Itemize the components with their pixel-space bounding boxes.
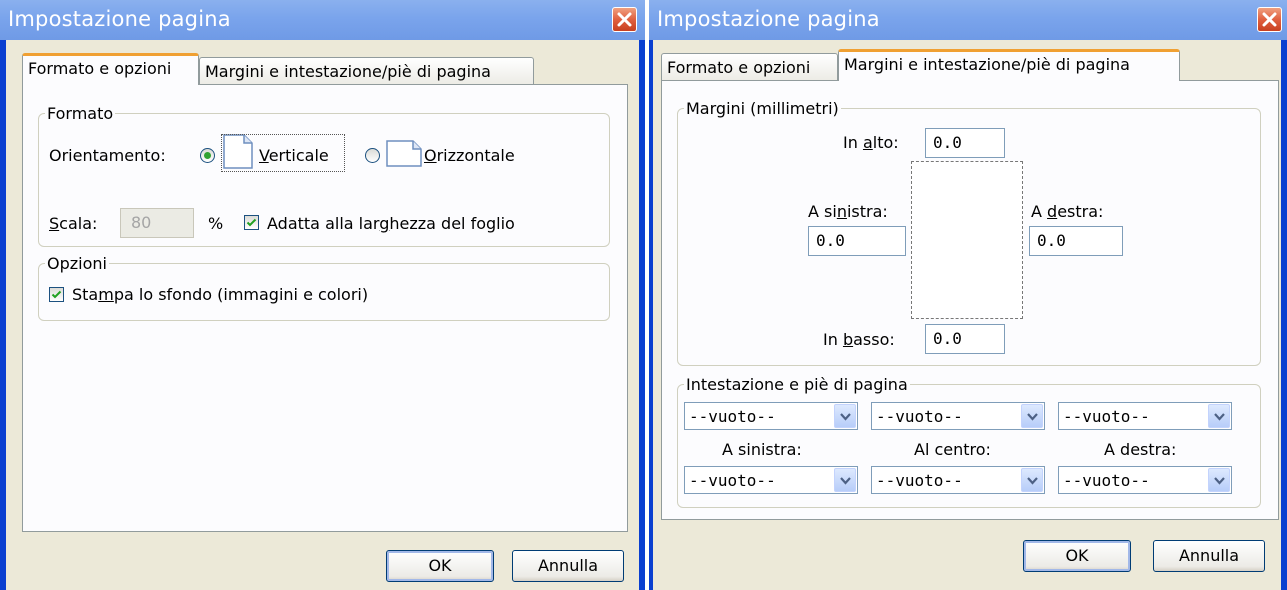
options-group: Opzioni Stampa lo sfondo (immagini e col… bbox=[38, 254, 610, 321]
close-button[interactable] bbox=[612, 7, 637, 32]
tab-label: Margini e intestazione/piè di pagina bbox=[844, 55, 1130, 74]
header-left-select[interactable]: --vuoto-- bbox=[684, 402, 858, 430]
format-group-label: Formato bbox=[45, 104, 116, 123]
scale-unit: % bbox=[208, 214, 224, 233]
chevron-down-icon bbox=[1214, 477, 1225, 485]
select-value: --vuoto-- bbox=[876, 407, 963, 426]
dropdown-button[interactable] bbox=[834, 404, 856, 428]
select-value: --vuoto-- bbox=[1063, 471, 1150, 490]
page-setup-dialog-format: Impostazione pagina Formato e opzioni Ma… bbox=[0, 0, 645, 590]
portrait-label[interactable]: Verticale bbox=[259, 146, 329, 165]
select-value: --vuoto-- bbox=[1063, 407, 1150, 426]
position-label-left: A sinistra: bbox=[722, 440, 802, 459]
left-margin-input[interactable]: 0.0 bbox=[808, 226, 906, 256]
dialog-title: Impostazione pagina bbox=[8, 7, 231, 31]
ok-button[interactable]: OK bbox=[1023, 540, 1131, 572]
dropdown-button[interactable] bbox=[1021, 468, 1043, 492]
top-margin-label: In alto: bbox=[843, 133, 899, 152]
chevron-down-icon bbox=[840, 477, 851, 485]
footer-right-select[interactable]: --vuoto-- bbox=[1058, 466, 1232, 494]
checkmark-icon bbox=[51, 290, 62, 299]
scale-input[interactable]: 80 bbox=[120, 208, 194, 238]
landscape-radio[interactable] bbox=[365, 148, 380, 163]
footer-center-select[interactable]: --vuoto-- bbox=[871, 466, 1045, 494]
bottom-margin-label: In basso: bbox=[823, 330, 895, 349]
margins-preview bbox=[911, 161, 1023, 319]
title-bar[interactable]: Impostazione pagina bbox=[649, 0, 1287, 40]
portrait-radio[interactable] bbox=[200, 148, 215, 163]
checkmark-icon bbox=[246, 218, 257, 227]
right-margin-input[interactable]: 0.0 bbox=[1029, 226, 1123, 256]
margins-group: Margini (millimetri) In alto: 0.0 A sini… bbox=[677, 99, 1261, 366]
dropdown-button[interactable] bbox=[1208, 404, 1230, 428]
dropdown-button[interactable] bbox=[1208, 468, 1230, 492]
chevron-down-icon bbox=[1214, 413, 1225, 421]
shrink-to-fit-label[interactable]: Adatta alla larghezza del foglio bbox=[267, 214, 515, 233]
header-footer-group: Intestazione e piè di pagina --vuoto-- -… bbox=[677, 375, 1261, 508]
footer-left-select[interactable]: --vuoto-- bbox=[684, 466, 858, 494]
header-right-select[interactable]: --vuoto-- bbox=[1058, 402, 1232, 430]
position-label-center: Al centro: bbox=[914, 440, 991, 459]
format-group: Formato Orientamento: Verticale Orizzont… bbox=[38, 104, 610, 247]
dialog-body: Formato e opzioni Margini e intestazione… bbox=[653, 40, 1281, 590]
header-center-select[interactable]: --vuoto-- bbox=[871, 402, 1045, 430]
landscape-page-icon bbox=[386, 140, 422, 167]
header-footer-group-label: Intestazione e piè di pagina bbox=[684, 375, 910, 394]
shrink-to-fit-checkbox[interactable] bbox=[244, 215, 259, 230]
tab-margins-header-footer[interactable]: Margini e intestazione/piè di pagina bbox=[199, 57, 534, 85]
tab-label: Margini e intestazione/piè di pagina bbox=[205, 62, 491, 81]
chevron-down-icon bbox=[1027, 413, 1038, 421]
print-background-label[interactable]: Stampa lo sfondo (immagini e colori) bbox=[72, 285, 368, 304]
dialog-body: Formato e opzioni Margini e intestazione… bbox=[6, 40, 639, 590]
page-setup-dialog-margins: Impostazione pagina Formato e opzioni Ma… bbox=[649, 0, 1287, 590]
close-icon bbox=[617, 12, 632, 27]
left-margin-label: A sinistra: bbox=[808, 202, 888, 221]
title-bar[interactable]: Impostazione pagina bbox=[0, 0, 645, 40]
select-value: --vuoto-- bbox=[876, 471, 963, 490]
landscape-label[interactable]: Orizzontale bbox=[424, 146, 515, 165]
close-icon bbox=[1262, 12, 1277, 27]
tab-label: Formato e opzioni bbox=[28, 59, 172, 78]
orientation-label: Orientamento: bbox=[49, 146, 166, 165]
cancel-button[interactable]: Annulla bbox=[1153, 540, 1265, 572]
options-group-label: Opzioni bbox=[45, 254, 109, 273]
right-margin-label: A destra: bbox=[1031, 202, 1104, 221]
tab-format-options[interactable]: Formato e opzioni bbox=[22, 53, 199, 85]
select-value: --vuoto-- bbox=[689, 471, 776, 490]
bottom-margin-input[interactable]: 0.0 bbox=[925, 324, 1005, 354]
dialog-title: Impostazione pagina bbox=[657, 7, 880, 31]
chevron-down-icon bbox=[1027, 477, 1038, 485]
print-background-checkbox[interactable] bbox=[49, 287, 64, 302]
tab-label: Formato e opzioni bbox=[667, 58, 811, 77]
scale-label: Scala: bbox=[49, 214, 98, 233]
chevron-down-icon bbox=[840, 413, 851, 421]
close-button[interactable] bbox=[1257, 7, 1282, 32]
tab-margins-header-footer[interactable]: Margini e intestazione/piè di pagina bbox=[838, 49, 1180, 81]
top-margin-input[interactable]: 0.0 bbox=[925, 128, 1005, 158]
dropdown-button[interactable] bbox=[1021, 404, 1043, 428]
cancel-button[interactable]: Annulla bbox=[512, 550, 624, 582]
select-value: --vuoto-- bbox=[689, 407, 776, 426]
tab-format-options[interactable]: Formato e opzioni bbox=[661, 53, 838, 81]
tab-panel: Margini (millimetri) In alto: 0.0 A sini… bbox=[661, 80, 1279, 520]
margins-group-label: Margini (millimetri) bbox=[684, 99, 841, 118]
ok-button[interactable]: OK bbox=[386, 550, 494, 582]
position-label-right: A destra: bbox=[1104, 440, 1177, 459]
tab-panel: Formato Orientamento: Verticale Orizzont… bbox=[22, 84, 628, 532]
dropdown-button[interactable] bbox=[834, 468, 856, 492]
